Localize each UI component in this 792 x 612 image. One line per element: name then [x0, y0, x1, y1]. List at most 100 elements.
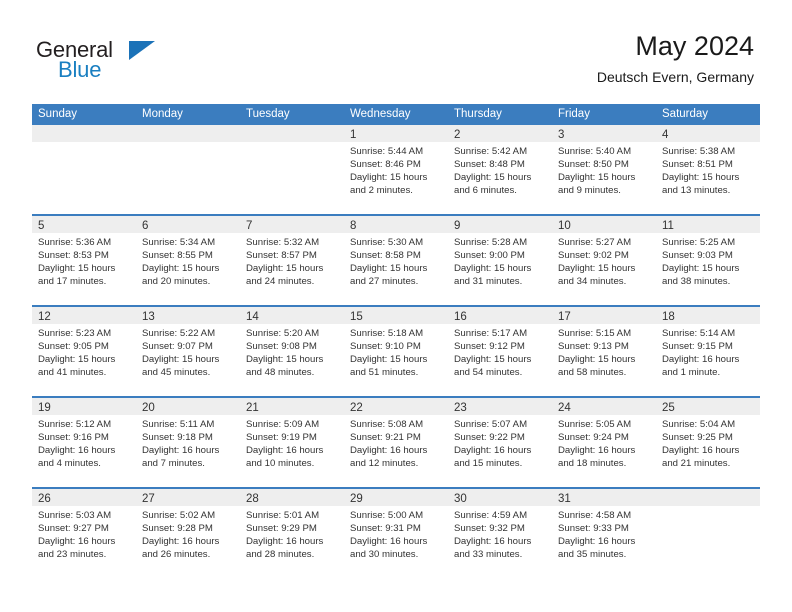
day-number-band: 22: [344, 398, 448, 415]
calendar-day-cell[interactable]: 24 Sunrise: 5:05 AM Sunset: 9:24 PM Dayligh…: [552, 398, 656, 487]
sunrise-text: Sunrise: 5:07 AM: [454, 419, 528, 430]
calendar-day-cell[interactable]: 29 Sunrise: 5:00 AM Sunset: 9:31 PM Dayligh…: [344, 489, 448, 578]
calendar-day-cell[interactable]: 2 Sunrise: 5:42 AM Sunset: 8:48 PM Daylight…: [448, 125, 552, 214]
daylight-text-line2: and 17 minutes.: [38, 276, 107, 288]
calendar-day-cell[interactable]: 9 Sunrise: 5:28 AM Sunset: 9:00 PM Daylight…: [448, 216, 552, 305]
calendar-day-cell[interactable]: 3 Sunrise: 5:40 AM Sunset: 8:50 PM Daylight…: [552, 125, 656, 214]
day-cell-body: Sunrise: 4:59 AM Sunset: 9:32 PM Daylight:…: [448, 506, 552, 561]
calendar-grid: Sunday Monday Tuesday Wednesday Thursday…: [32, 104, 760, 578]
sunrise-text: Sunrise: 5:09 AM: [246, 419, 320, 430]
calendar-day-cell[interactable]: 17 Sunrise: 5:15 AM Sunset: 9:13 PM Dayligh…: [552, 307, 656, 396]
day-number: 18: [662, 311, 675, 323]
sunset-text: Sunset: 9:05 PM: [38, 341, 109, 353]
sunset-text: Sunset: 8:46 PM: [350, 159, 421, 171]
calendar-day-cell[interactable]: 8 Sunrise: 5:30 AM Sunset: 8:58 PM Daylight…: [344, 216, 448, 305]
sunrise-text: Sunrise: 5:02 AM: [142, 510, 216, 521]
daylight-text-line1: Daylight: 16 hours: [350, 536, 428, 548]
day-number-band: 10: [552, 216, 656, 233]
daylight-text-line1: Daylight: 16 hours: [454, 445, 532, 457]
sunset-text: Sunset: 9:16 PM: [38, 432, 109, 444]
calendar-day-cell[interactable]: 28 Sunrise: 5:01 AM Sunset: 9:29 PM Dayligh…: [240, 489, 344, 578]
sunrise-text: Sunrise: 5:28 AM: [454, 237, 528, 248]
calendar-day-cell[interactable]: 13 Sunrise: 5:22 AM Sunset: 9:07 PM Dayligh…: [136, 307, 240, 396]
calendar-day-cell[interactable]: 23 Sunrise: 5:07 AM Sunset: 9:22 PM Dayligh…: [448, 398, 552, 487]
sunset-text: Sunset: 9:28 PM: [142, 523, 213, 535]
sunset-text: Sunset: 9:12 PM: [454, 341, 525, 353]
calendar-day-cell[interactable]: 18 Sunrise: 5:14 AM Sunset: 9:15 PM Dayligh…: [656, 307, 760, 396]
sunrise-text: Sunrise: 5:38 AM: [662, 146, 736, 157]
sunrise-text: Sunrise: 5:04 AM: [662, 419, 736, 430]
daylight-text-line1: Daylight: 15 hours: [454, 263, 532, 275]
calendar-day-cell[interactable]: 1 Sunrise: 5:44 AM Sunset: 8:46 PM Daylight…: [344, 125, 448, 214]
daylight-text-line1: Daylight: 15 hours: [246, 354, 324, 366]
day-number-band: 21: [240, 398, 344, 415]
calendar-day-cell[interactable]: 15 Sunrise: 5:18 AM Sunset: 9:10 PM Dayligh…: [344, 307, 448, 396]
day-number: 1: [350, 129, 357, 141]
sunset-text: Sunset: 8:53 PM: [38, 250, 109, 262]
calendar-day-cell[interactable]: 10 Sunrise: 5:27 AM Sunset: 9:02 PM Dayligh…: [552, 216, 656, 305]
title-block: May 2024 Deutsch Evern, Germany: [597, 30, 754, 86]
general-blue-logo[interactable]: General Blue: [36, 38, 176, 86]
day-number: 8: [350, 220, 357, 232]
sunrise-text: Sunrise: 5:22 AM: [142, 328, 216, 339]
day-header-wednesday: Wednesday: [350, 108, 411, 120]
day-number: 23: [454, 402, 467, 414]
sunset-text: Sunset: 9:33 PM: [558, 523, 629, 535]
day-number: 25: [662, 402, 675, 414]
calendar-day-cell[interactable]: 30 Sunrise: 4:59 AM Sunset: 9:32 PM Dayligh…: [448, 489, 552, 578]
calendar-day-cell[interactable]: 12 Sunrise: 5:23 AM Sunset: 9:05 PM Dayligh…: [32, 307, 136, 396]
daylight-text-line2: and 45 minutes.: [142, 367, 211, 379]
calendar-day-cell[interactable]: 20 Sunrise: 5:11 AM Sunset: 9:18 PM Dayligh…: [136, 398, 240, 487]
calendar-week-row: 26 Sunrise: 5:03 AM Sunset: 9:27 PM Dayligh…: [32, 487, 760, 578]
calendar-day-cell[interactable]: 16 Sunrise: 5:17 AM Sunset: 9:12 PM Dayligh…: [448, 307, 552, 396]
calendar-day-cell[interactable]: 5 Sunrise: 5:36 AM Sunset: 8:53 PM Daylight…: [32, 216, 136, 305]
sunset-text: Sunset: 8:51 PM: [662, 159, 733, 171]
daylight-text-line2: and 7 minutes.: [142, 458, 205, 470]
daylight-text-line2: and 9 minutes.: [558, 185, 621, 197]
day-number-band: 12: [32, 307, 136, 324]
calendar-day-cell[interactable]: 7 Sunrise: 5:32 AM Sunset: 8:57 PM Daylight…: [240, 216, 344, 305]
day-cell-body: Sunrise: 5:42 AM Sunset: 8:48 PM Daylight:…: [448, 142, 552, 197]
calendar-day-cell[interactable]: 21 Sunrise: 5:09 AM Sunset: 9:19 PM Dayligh…: [240, 398, 344, 487]
day-number: 28: [246, 493, 259, 505]
calendar-day-cell[interactable]: 4 Sunrise: 5:38 AM Sunset: 8:51 PM Daylight…: [656, 125, 760, 214]
daylight-text-line1: Daylight: 15 hours: [558, 172, 636, 184]
calendar-day-cell[interactable]: 22 Sunrise: 5:08 AM Sunset: 9:21 PM Dayligh…: [344, 398, 448, 487]
day-number: 11: [662, 220, 674, 232]
sunrise-text: Sunrise: 5:27 AM: [558, 237, 632, 248]
sunset-text: Sunset: 9:03 PM: [662, 250, 733, 262]
calendar-day-cell[interactable]: 25 Sunrise: 5:04 AM Sunset: 9:25 PM Dayligh…: [656, 398, 760, 487]
sunset-text: Sunset: 9:15 PM: [662, 341, 733, 353]
sunset-text: Sunset: 9:10 PM: [350, 341, 421, 353]
calendar-day-cell[interactable]: 27 Sunrise: 5:02 AM Sunset: 9:28 PM Dayligh…: [136, 489, 240, 578]
day-number: 10: [558, 220, 571, 232]
day-number-band: 31: [552, 489, 656, 506]
daylight-text-line2: and 10 minutes.: [246, 458, 315, 470]
day-number-band: 9: [448, 216, 552, 233]
daylight-text-line2: and 33 minutes.: [454, 549, 523, 561]
calendar-day-cell[interactable]: 11 Sunrise: 5:25 AM Sunset: 9:03 PM Dayligh…: [656, 216, 760, 305]
calendar-day-cell[interactable]: 31 Sunrise: 4:58 AM Sunset: 9:33 PM Dayligh…: [552, 489, 656, 578]
calendar-day-cell[interactable]: 14 Sunrise: 5:20 AM Sunset: 9:08 PM Dayligh…: [240, 307, 344, 396]
day-number-band: 7: [240, 216, 344, 233]
sunrise-text: Sunrise: 5:08 AM: [350, 419, 424, 430]
day-cell-body: Sunrise: 5:11 AM Sunset: 9:18 PM Daylight:…: [136, 415, 240, 470]
day-header-tuesday: Tuesday: [246, 108, 290, 120]
sunset-text: Sunset: 9:00 PM: [454, 250, 525, 262]
daylight-text-line1: Daylight: 16 hours: [558, 536, 636, 548]
daylight-text-line2: and 24 minutes.: [246, 276, 315, 288]
daylight-text-line1: Daylight: 16 hours: [558, 445, 636, 457]
day-cell-body: Sunrise: 5:17 AM Sunset: 9:12 PM Daylight:…: [448, 324, 552, 379]
sunset-text: Sunset: 8:50 PM: [558, 159, 629, 171]
sunset-text: Sunset: 9:25 PM: [662, 432, 733, 444]
day-cell-body: Sunrise: 5:34 AM Sunset: 8:55 PM Daylight:…: [136, 233, 240, 288]
day-cell-body: Sunrise: 5:38 AM Sunset: 8:51 PM Daylight:…: [656, 142, 760, 197]
calendar-day-cell[interactable]: 26 Sunrise: 5:03 AM Sunset: 9:27 PM Dayligh…: [32, 489, 136, 578]
daylight-text-line2: and 51 minutes.: [350, 367, 419, 379]
calendar-day-cell[interactable]: 6 Sunrise: 5:34 AM Sunset: 8:55 PM Daylight…: [136, 216, 240, 305]
day-number-band: 3: [552, 125, 656, 142]
sunset-text: Sunset: 9:31 PM: [350, 523, 421, 535]
sunrise-text: Sunrise: 5:00 AM: [350, 510, 424, 521]
day-number-band: 16: [448, 307, 552, 324]
calendar-day-cell[interactable]: 19 Sunrise: 5:12 AM Sunset: 9:16 PM Dayligh…: [32, 398, 136, 487]
